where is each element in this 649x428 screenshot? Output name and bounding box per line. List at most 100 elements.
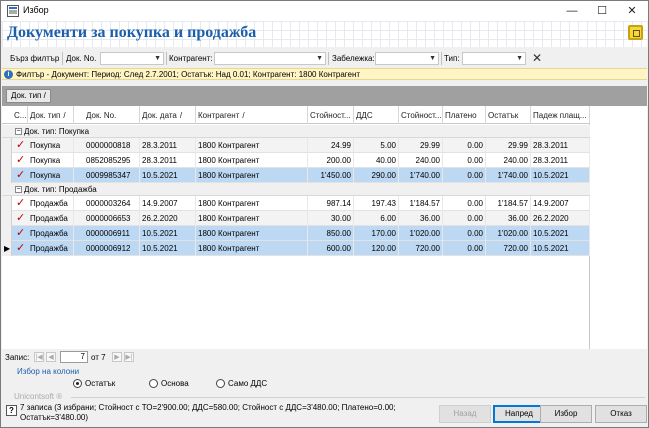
sort-icon: / [179, 111, 183, 120]
table-row[interactable]: ▶ ✓ Продажба 0000006912 10.5.2021 1800 Контра… [2, 241, 590, 256]
prev-record-icon[interactable]: ◀ [46, 352, 56, 362]
cell-vat: 40.00 [354, 153, 399, 168]
checkmark-icon[interactable]: ✓ [16, 226, 25, 239]
cell-rest: 720.00 [486, 241, 531, 256]
cell-party: 1800 Контрагент [196, 196, 308, 211]
cell-vat: 5.00 [354, 138, 399, 153]
radio-remainder[interactable]: Остатък [73, 379, 116, 389]
cell-vat: 197.43 [354, 196, 399, 211]
column-header[interactable]: С... [12, 106, 28, 124]
collapse-icon[interactable]: − [15, 128, 22, 135]
table-row[interactable]: ✓ Продажба 0000006653 26.2.2020 1800 Контраг… [2, 211, 590, 226]
next-button[interactable]: Напред [493, 405, 545, 423]
type-combo[interactable]: ▼ [462, 52, 526, 65]
radio-label: Остатък [85, 379, 116, 388]
table-row[interactable]: ✓ Покупка 0000000818 28.3.2011 1800 Контраге… [2, 138, 590, 153]
collapse-icon[interactable]: − [15, 186, 22, 193]
clear-filter-icon[interactable]: ✕ [532, 51, 542, 65]
column-header[interactable]: Док. тип / [28, 106, 74, 124]
radio-label: Само ДДС [228, 379, 268, 388]
cell-rest: 1'020.00 [486, 226, 531, 241]
record-input[interactable]: 7 [60, 351, 88, 363]
select-button[interactable]: Избор [540, 405, 592, 423]
radio-vat-only[interactable]: Само ДДС [216, 379, 268, 389]
column-header[interactable]: Док. дата / [140, 106, 196, 124]
cell-due: 28.3.2011 [531, 138, 590, 153]
table-row[interactable]: ✓ Продажба 0000003264 14.9.2007 1800 Контраг… [2, 196, 590, 211]
table-row[interactable]: ✓ Покупка 0852085295 28.3.2011 1800 Контраге… [2, 153, 590, 168]
row-indicator[interactable] [2, 196, 12, 211]
checkmark-icon[interactable]: ✓ [16, 196, 25, 209]
column-header[interactable]: Остатък [486, 106, 531, 124]
counterparty-combo[interactable]: ▼ [214, 52, 326, 65]
close-icon[interactable]: ✕ [617, 1, 647, 21]
row-indicator[interactable] [2, 138, 12, 153]
title-bar: Избор — ☐ ✕ [1, 1, 648, 21]
sort-icon: / [242, 111, 245, 120]
column-header-label: ДДС [356, 111, 373, 120]
cell-type: Продажба [28, 241, 74, 256]
help-icon[interactable]: ? [6, 405, 17, 416]
column-header[interactable]: Стойност... [399, 106, 443, 124]
column-header[interactable]: Падеж плащ... [531, 106, 590, 124]
column-header-label: Контрагент [198, 111, 240, 120]
cell-total: 240.00 [399, 153, 443, 168]
row-indicator[interactable] [2, 211, 12, 226]
cell-date: 10.5.2021 [140, 241, 196, 256]
cell-type: Покупка [28, 168, 74, 183]
cell-no: 0000006911 [84, 226, 140, 241]
cell-total: 1'184.57 [399, 196, 443, 211]
column-header[interactable]: Док. No. [84, 106, 140, 124]
next-record-icon[interactable]: ▶ [112, 352, 122, 362]
row-indicator[interactable] [2, 153, 12, 168]
sort-icon: / [63, 111, 66, 120]
cell-due: 14.9.2007 [531, 196, 590, 211]
cell-paid: 0.00 [443, 196, 486, 211]
cancel-button[interactable]: Отказ [595, 405, 647, 423]
checkmark-icon[interactable]: ✓ [16, 241, 25, 254]
note-combo[interactable]: ▼ [375, 52, 439, 65]
cell-paid: 0.00 [443, 138, 486, 153]
last-record-icon[interactable]: ▶| [124, 352, 134, 362]
column-header[interactable]: Стойност... [308, 106, 354, 124]
column-header-label: Падеж плащ... [533, 111, 587, 120]
quick-filter-button[interactable]: Бърз филтър [10, 54, 59, 63]
column-header[interactable]: ДДС [354, 106, 399, 124]
group-row[interactable]: − Док. тип: Продажба [2, 183, 590, 196]
cell-value: 1'450.00 [308, 168, 354, 183]
minimize-icon[interactable]: — [557, 1, 587, 21]
table-row[interactable]: ✓ Продажба 0000006911 10.5.2021 1800 Контраг… [2, 226, 590, 241]
column-header[interactable]: Платено [443, 106, 486, 124]
cell-type: Продажба [28, 196, 74, 211]
radio-base[interactable]: Основа [149, 379, 189, 389]
cell-paid: 0.00 [443, 211, 486, 226]
checkmark-icon[interactable]: ✓ [16, 138, 25, 151]
group-row[interactable]: − Док. тип: Покупка [2, 125, 590, 138]
table-row[interactable]: ✓ Покупка 0009985347 10.5.2021 1800 Контраге… [2, 168, 590, 183]
cell-vat: 120.00 [354, 241, 399, 256]
cell-due: 10.5.2021 [531, 168, 590, 183]
cell-paid: 0.00 [443, 153, 486, 168]
checkmark-icon[interactable]: ✓ [16, 168, 25, 181]
row-indicator[interactable] [2, 226, 12, 241]
cell-due: 10.5.2021 [531, 226, 590, 241]
separator [441, 52, 442, 65]
column-header[interactable]: Контрагент / [196, 106, 308, 124]
checkmark-icon[interactable]: ✓ [16, 153, 25, 166]
cell-no: 0852085295 [84, 153, 140, 168]
cell-due: 28.3.2011 [531, 153, 590, 168]
cell-party: 1800 Контрагент [196, 138, 308, 153]
row-indicator[interactable] [2, 168, 12, 183]
checkmark-icon[interactable]: ✓ [16, 211, 25, 224]
column-chooser-link[interactable]: Избор на колони [17, 367, 79, 376]
cell-type: Покупка [28, 138, 74, 153]
first-record-icon[interactable]: |◀ [34, 352, 44, 362]
back-button[interactable]: Назад [439, 405, 491, 423]
row-indicator[interactable]: ▶ [2, 241, 12, 256]
page-header: Документи за покупка и продажба [2, 21, 647, 47]
cell-party: 1800 Контрагент [196, 153, 308, 168]
group-chip-doc-type[interactable]: Док. тип / [6, 89, 51, 103]
maximize-icon[interactable]: ☐ [587, 1, 617, 21]
doc-no-combo[interactable]: ▼ [100, 52, 164, 65]
cell-rest: 36.00 [486, 211, 531, 226]
